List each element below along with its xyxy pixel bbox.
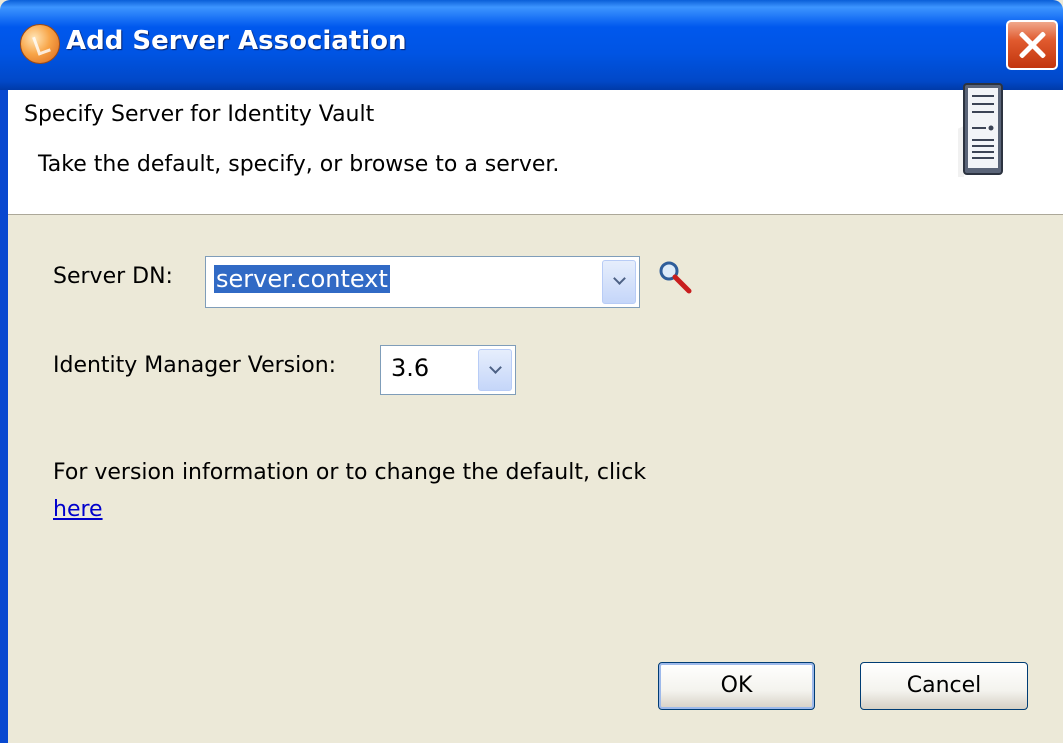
- idm-version-value[interactable]: 3.6: [391, 354, 429, 382]
- server-dn-label: Server DN:: [53, 264, 173, 289]
- app-icon: [20, 24, 60, 64]
- title-bar[interactable]: Add Server Association: [0, 0, 1063, 90]
- add-server-association-dialog: Add Server Association Specify Server fo…: [0, 0, 1063, 743]
- close-button[interactable]: [1006, 20, 1058, 70]
- server-dn-dropdown-button[interactable]: [602, 260, 636, 304]
- banner-title: Specify Server for Identity Vault: [24, 102, 375, 127]
- ok-button[interactable]: OK: [658, 662, 815, 710]
- idm-version-combobox[interactable]: 3.6: [380, 345, 516, 395]
- search-icon[interactable]: [655, 258, 695, 298]
- window-title: Add Server Association: [66, 26, 407, 56]
- server-dn-value[interactable]: server.context: [214, 265, 390, 293]
- header-banner: Specify Server for Identity Vault Take t…: [8, 90, 1063, 215]
- version-info-text: For version information or to change the…: [53, 460, 647, 485]
- banner-description: Take the default, specify, or browse to …: [38, 152, 560, 177]
- version-info-link[interactable]: here: [53, 497, 103, 522]
- server-dn-combobox[interactable]: server.context: [205, 256, 640, 308]
- server-icon: [958, 83, 1003, 177]
- idm-version-dropdown-button[interactable]: [478, 349, 512, 391]
- idm-version-label: Identity Manager Version:: [53, 353, 337, 378]
- cancel-button[interactable]: Cancel: [860, 662, 1028, 710]
- window-frame-left: [0, 90, 8, 743]
